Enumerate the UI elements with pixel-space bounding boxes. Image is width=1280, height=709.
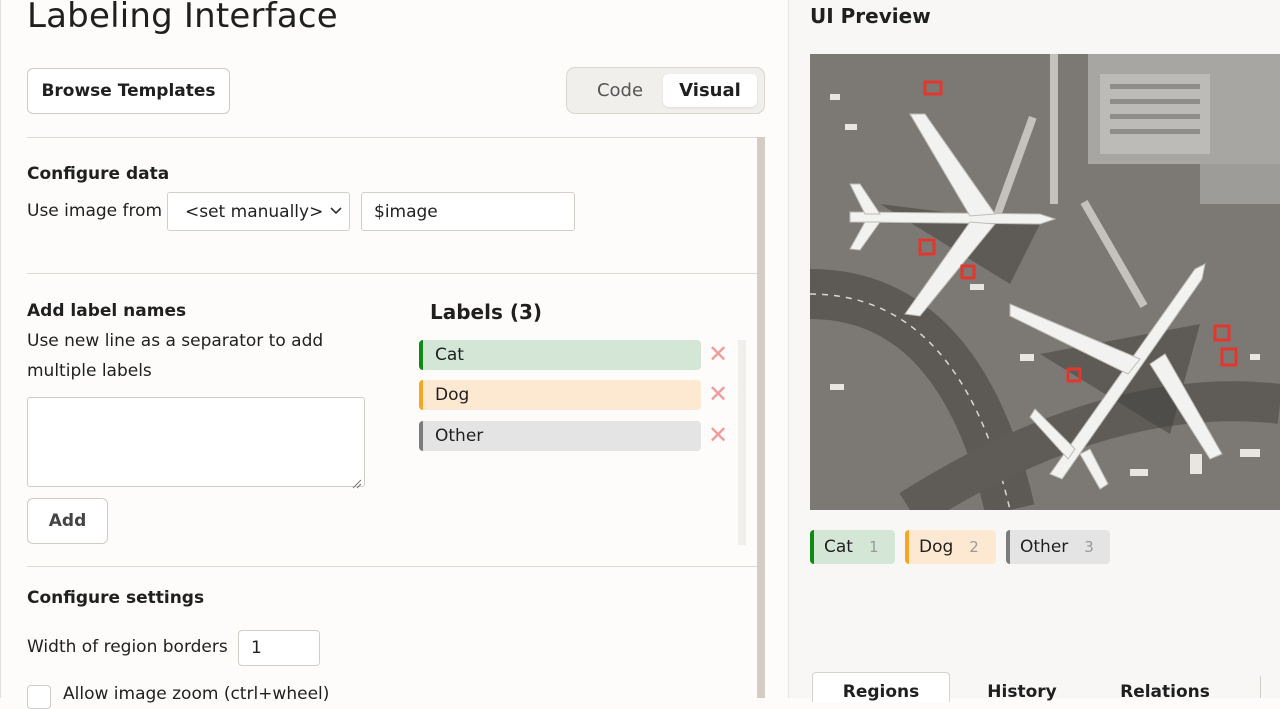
label-item-dog[interactable]: Dog — [419, 380, 701, 410]
code-tab[interactable]: Code — [575, 74, 665, 107]
chip-hotkey: 3 — [1084, 538, 1094, 556]
separator-hint-cont: multiple labels — [27, 361, 152, 381]
label-color-bar — [419, 380, 423, 410]
divider — [27, 137, 757, 138]
chip-hotkey: 2 — [969, 538, 979, 556]
use-image-label: Use image from — [27, 201, 163, 221]
remove-label-other-icon[interactable]: ✕ — [707, 423, 729, 447]
label-name: Other — [435, 426, 484, 446]
visual-tab[interactable]: Visual — [663, 74, 757, 107]
chip-name: Dog — [919, 537, 954, 557]
chip-name: Cat — [824, 537, 853, 557]
preview-label-dog[interactable]: Dog 2 — [905, 530, 996, 564]
chevron-down-icon — [329, 200, 343, 225]
resize-handle-icon — [352, 474, 362, 493]
tab-divider — [1260, 676, 1261, 698]
browse-templates-button[interactable]: Browse Templates — [27, 68, 230, 114]
configure-data-title: Configure data — [27, 164, 170, 184]
view-toggle: Code Visual — [566, 67, 765, 114]
divider — [27, 273, 757, 274]
border-width-input[interactable]: 1 — [238, 630, 320, 666]
image-zoom-label: Allow image zoom (ctrl+wheel) — [63, 684, 330, 704]
label-color-bar — [419, 421, 423, 451]
label-name: Cat — [435, 345, 464, 365]
remove-label-dog-icon[interactable]: ✕ — [707, 382, 729, 406]
label-color-bar — [419, 340, 423, 370]
chip-color-bar — [905, 530, 909, 564]
label-item-cat[interactable]: Cat — [419, 340, 701, 370]
chip-hotkey: 1 — [868, 538, 879, 556]
configure-settings-title: Configure settings — [27, 588, 205, 608]
add-label-names-title: Add label names — [27, 301, 187, 321]
divider — [27, 566, 757, 567]
preview-title: UI Preview — [810, 4, 931, 28]
page-title: Labeling Interface — [27, 0, 338, 36]
label-name: Dog — [435, 385, 470, 405]
label-names-textarea[interactable] — [27, 397, 365, 487]
remove-label-cat-icon[interactable]: ✕ — [707, 342, 729, 366]
add-labels-button[interactable]: Add — [27, 498, 108, 544]
image-variable-input[interactable]: $image — [361, 192, 575, 231]
labels-heading: Labels (3) — [430, 300, 543, 324]
preview-label-cat[interactable]: Cat 1 — [810, 530, 895, 564]
airport-aerial-image[interactable] — [810, 54, 1280, 510]
border-width-label: Width of region borders — [27, 637, 228, 657]
image-source-value: <set manually> — [185, 201, 324, 222]
config-scrollbar[interactable] — [757, 137, 765, 698]
label-item-other[interactable]: Other — [419, 421, 701, 451]
separator-hint: Use new line as a separator to add — [27, 331, 324, 351]
chip-name: Other — [1020, 537, 1069, 557]
chip-color-bar — [1006, 530, 1010, 564]
chip-color-bar — [810, 530, 814, 564]
image-zoom-checkbox[interactable] — [27, 685, 51, 709]
image-source-select[interactable]: <set manually> — [167, 192, 350, 231]
labels-scrollbar[interactable] — [738, 340, 746, 545]
preview-label-other[interactable]: Other 3 — [1006, 530, 1110, 564]
